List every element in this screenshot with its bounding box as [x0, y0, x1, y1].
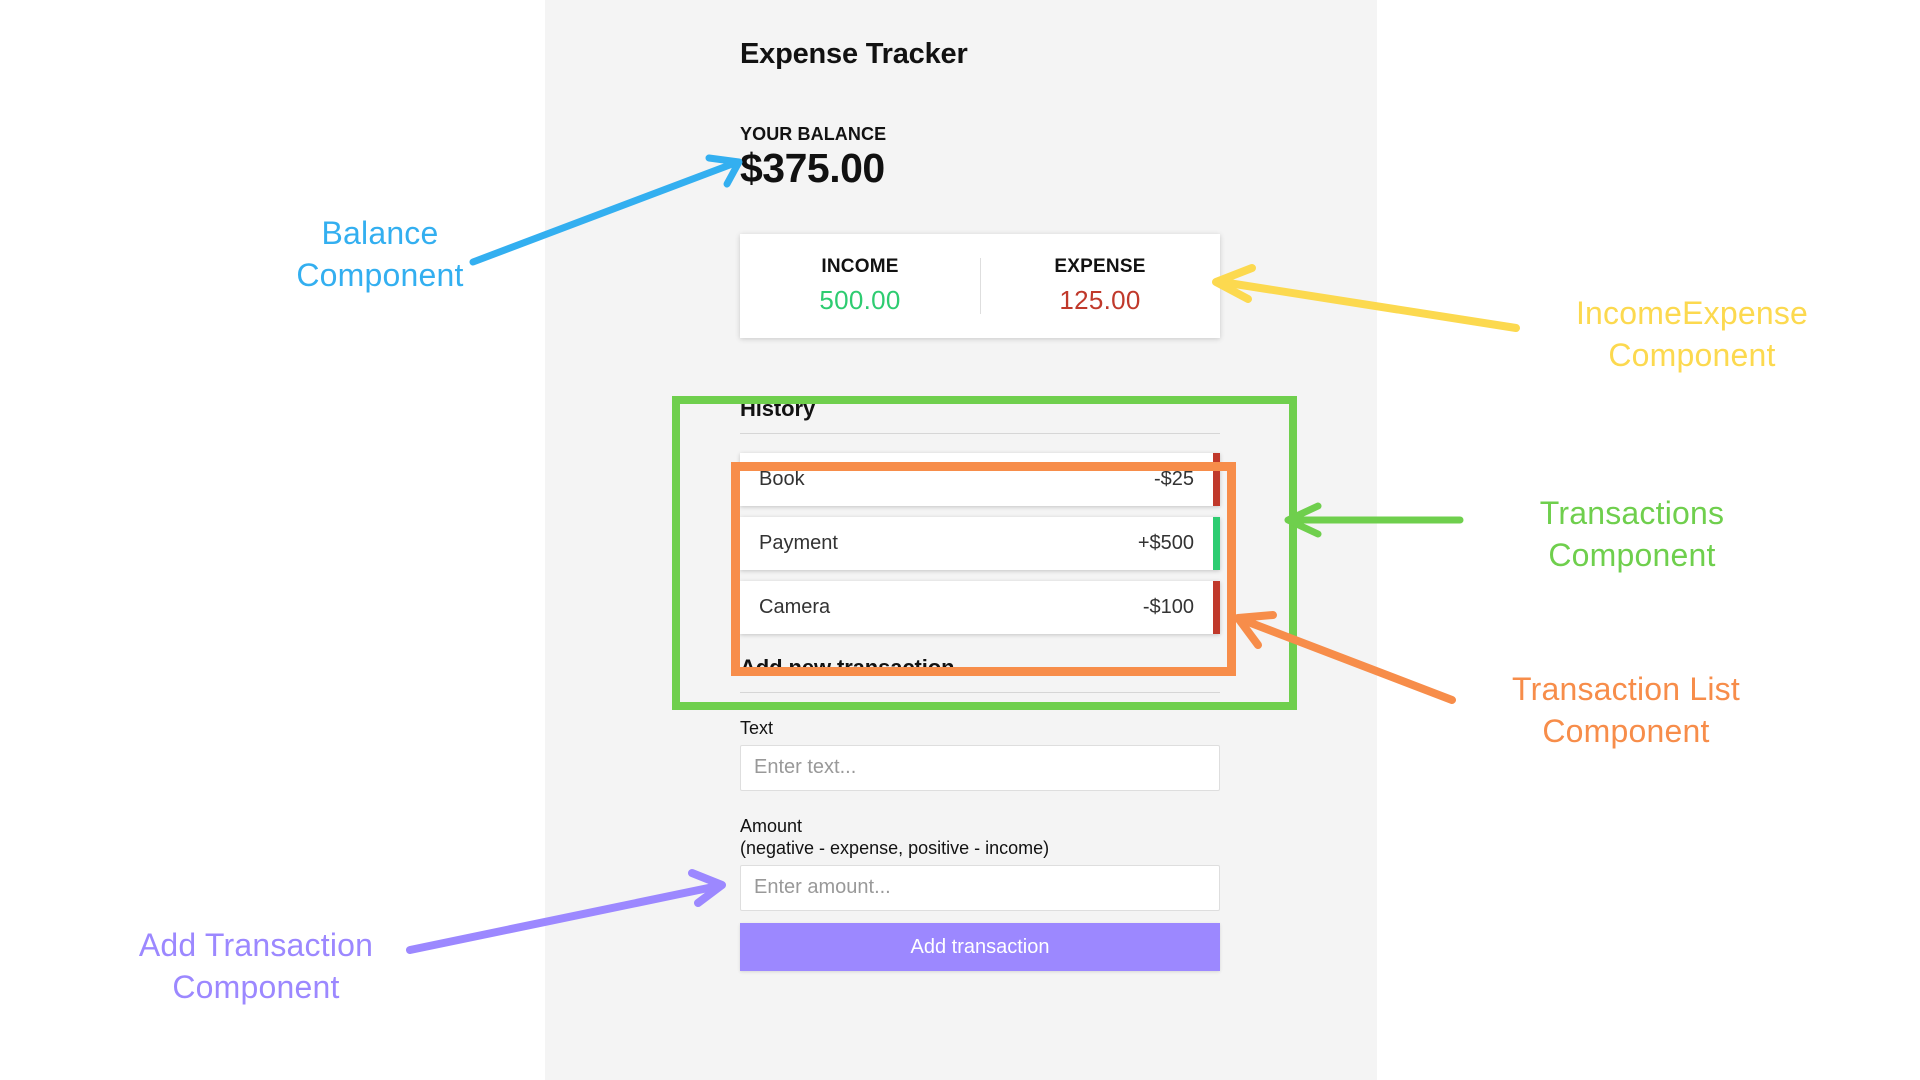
- balance-component: YOUR BALANCE $375.00: [740, 124, 1220, 190]
- annotation-label-income-expense: IncomeExpense Component: [1575, 295, 1809, 374]
- transaction-item[interactable]: Camera -$100: [740, 581, 1220, 635]
- transaction-amount: +$500: [1137, 532, 1194, 555]
- balance-label: YOUR BALANCE: [740, 124, 887, 144]
- amount-field-label: Amount (negative - expense, positive - in…: [740, 815, 1049, 860]
- expense-value: 125.00: [1059, 285, 1141, 316]
- add-transaction-button[interactable]: Add transaction: [740, 922, 1220, 971]
- transaction-name: Camera: [759, 596, 831, 619]
- annotation-label-add-transaction: Add Transaction Component: [138, 927, 374, 1006]
- transactions-component: History Book -$25 Payment +$500 Camera -$100: [740, 396, 1220, 635]
- transaction-item[interactable]: Book -$25: [740, 453, 1220, 507]
- history-heading: History: [740, 396, 1220, 435]
- annotation-label-transactions: Transactions Component: [1539, 495, 1725, 574]
- balance-amount: $375.00: [740, 145, 885, 191]
- amount-form-control: Amount (negative - expense, positive - in…: [740, 803, 1220, 911]
- transaction-item[interactable]: Payment +$500: [740, 517, 1220, 571]
- transaction-amount: -$100: [1142, 596, 1194, 619]
- income-label: INCOME: [821, 256, 899, 278]
- income-expense-component: INCOME 500.00 EXPENSE 125.00: [740, 234, 1220, 339]
- screenshot-root: Expense Tracker YOUR BALANCE $375.00 INC…: [0, 0, 1920, 1080]
- amount-label-hint: (negative - expense, positive - income): [740, 838, 1050, 859]
- expense-tracker-app: Expense Tracker YOUR BALANCE $375.00 INC…: [545, 0, 1377, 1080]
- expense-cell: EXPENSE 125.00: [980, 256, 1220, 316]
- annotation-label-balance: Balance Component: [296, 215, 464, 294]
- text-form-control: Text: [740, 705, 1220, 791]
- text-input[interactable]: [740, 744, 1220, 791]
- income-cell: INCOME 500.00: [740, 256, 980, 316]
- page-title: Expense Tracker: [740, 38, 968, 70]
- transaction-list-component: Book -$25 Payment +$500 Camera -$100: [740, 453, 1220, 635]
- transaction-name: Book: [759, 468, 805, 491]
- expense-label: EXPENSE: [1054, 256, 1146, 278]
- add-transaction-heading: Add new transaction: [740, 655, 1220, 694]
- transaction-amount: -$25: [1153, 468, 1194, 491]
- add-transaction-component: Add new transaction Text Amount(negative…: [740, 655, 1220, 971]
- amount-input[interactable]: [740, 864, 1220, 911]
- income-value: 500.00: [819, 285, 901, 316]
- transaction-name: Payment: [759, 532, 838, 555]
- app-content: Expense Tracker YOUR BALANCE $375.00 INC…: [740, 0, 1220, 1001]
- amount-label-main: Amount: [740, 815, 803, 836]
- text-field-label: Text: [740, 718, 774, 739]
- annotation-label-transaction-list: Transaction List Component: [1512, 671, 1740, 750]
